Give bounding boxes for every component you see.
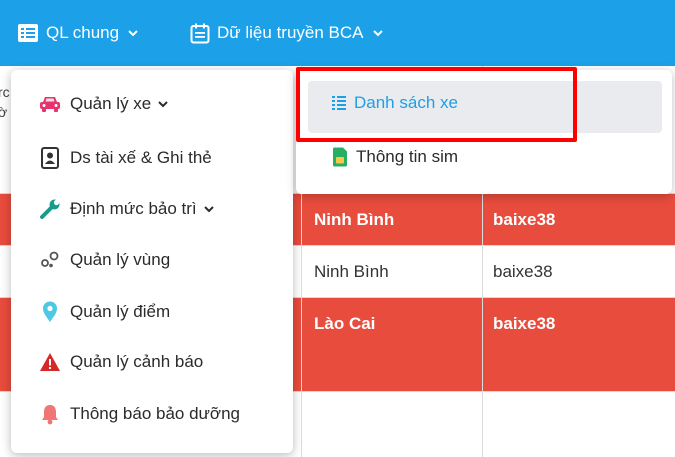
menu-item-label: Định mức bảo trì: [70, 199, 197, 218]
menu-item-thong-bao-bao-duong[interactable]: Thông báo bảo dưỡng: [38, 403, 240, 425]
submenu-item-danh-sach-xe[interactable]: Danh sách xe: [332, 93, 458, 113]
menu-item-quan-ly-xe[interactable]: Quản lý xe: [38, 94, 168, 114]
menu-item-label: Thông báo bảo dưỡng: [70, 404, 240, 423]
region-icon: [38, 251, 62, 269]
menu-item-quan-ly-vung[interactable]: Quản lý vùng: [38, 250, 170, 270]
quan-ly-xe-submenu: Danh sách xe Thông tin sim: [296, 70, 672, 194]
wrench-icon: [38, 198, 62, 220]
menu-item-label: Ds tài xế & Ghi thẻ: [70, 148, 212, 167]
sim-card-icon: [332, 147, 348, 167]
menu-item-dinh-muc-bao-tri[interactable]: Định mức bảo trì: [38, 198, 214, 220]
menu-item-label: Quản lý xe: [70, 94, 152, 113]
header-fragment: ờ: [0, 104, 8, 120]
cell-province: Ninh Bình: [314, 261, 389, 281]
cell-user: baixe38: [493, 209, 556, 229]
cell-province: Ninh Bình: [314, 209, 395, 229]
menu-item-quan-ly-canh-bao[interactable]: Quản lý cảnh báo: [38, 352, 203, 372]
calendar-icon: [190, 23, 210, 44]
map-marker-icon: [38, 301, 62, 323]
ql-chung-dropdown: Quản lý xe Ds tài xế & Ghi thẻ Định mức …: [11, 70, 293, 453]
cell-user: baixe38: [493, 261, 553, 281]
nav-ql-chung[interactable]: QL chung: [17, 0, 138, 66]
chevron-down-icon: [372, 29, 383, 37]
submenu-item-thong-tin-sim[interactable]: Thông tin sim: [332, 147, 458, 167]
menu-item-label: Quản lý vùng: [70, 250, 171, 269]
menu-item-label: Quản lý điểm: [70, 302, 171, 321]
car-icon: [38, 95, 62, 113]
header-fragment: rc: [0, 84, 10, 100]
nav-du-lieu-bca[interactable]: Dữ liệu truyền BCA: [190, 0, 383, 66]
cell-province: Lào Cai: [314, 314, 376, 333]
cell-user: baixe38: [493, 314, 556, 333]
chevron-down-icon: [203, 205, 214, 213]
menu-item-label: Quản lý cảnh báo: [70, 352, 204, 371]
list-icon: [332, 95, 346, 111]
nav-du-lieu-bca-label: Dữ liệu truyền BCA: [217, 23, 364, 42]
list-icon: [17, 23, 39, 43]
nav-ql-chung-label: QL chung: [46, 23, 120, 42]
chevron-down-icon: [158, 100, 168, 108]
menu-item-quan-ly-diem[interactable]: Quản lý điểm: [38, 301, 170, 323]
submenu-item-label: Danh sách xe: [354, 93, 458, 112]
bell-icon: [38, 403, 62, 425]
warning-icon: [38, 352, 62, 372]
chevron-down-icon: [128, 29, 138, 37]
menu-item-ds-tai-xe[interactable]: Ds tài xế & Ghi thẻ: [38, 147, 212, 169]
id-card-icon: [38, 147, 62, 169]
submenu-item-label: Thông tin sim: [356, 147, 459, 166]
